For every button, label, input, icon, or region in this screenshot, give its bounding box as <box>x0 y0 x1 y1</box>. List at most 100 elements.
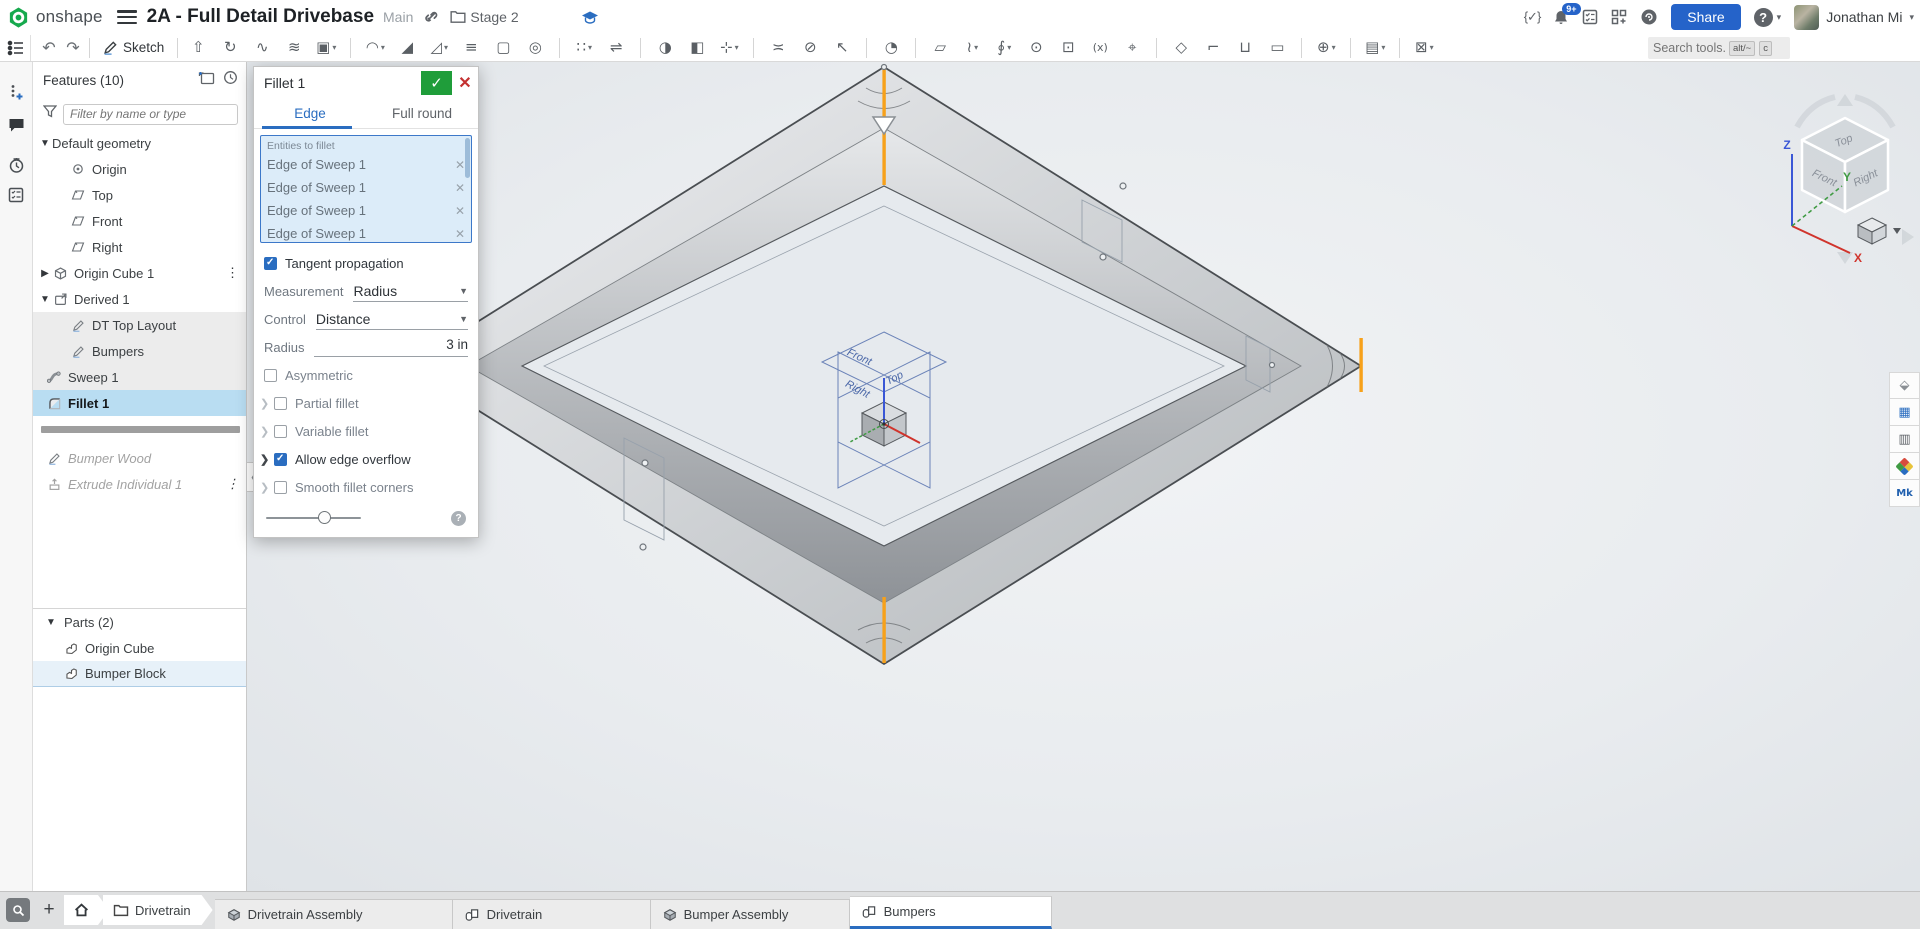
mirror-button[interactable]: ⇌ <box>604 36 628 60</box>
mate-connector-button[interactable]: ⌖ <box>1120 36 1144 60</box>
shell-button[interactable]: ▢ <box>491 36 515 60</box>
fillet-button[interactable]: ◠▾ <box>363 36 387 60</box>
fill-surface-button[interactable]: ◔ <box>879 36 903 60</box>
slider-handle[interactable] <box>318 511 331 524</box>
view-options-button[interactable] <box>1858 218 1901 244</box>
draft-button[interactable]: ◿▾ <box>427 36 451 60</box>
chevron-down-icon[interactable]: ▼ <box>44 617 58 628</box>
tangent-propagation-checkbox[interactable] <box>264 257 277 270</box>
reference-manager-button[interactable]: ▤▾ <box>1363 36 1387 60</box>
asymmetric-row[interactable]: Asymmetric <box>254 361 478 389</box>
add-tab-button[interactable]: + <box>38 899 60 921</box>
frame-button[interactable]: ▭ <box>1265 36 1289 60</box>
feature-row-right[interactable]: Right <box>33 234 246 260</box>
variable-button[interactable]: (x) <box>1088 36 1112 60</box>
folder-add-icon[interactable] <box>198 71 215 90</box>
chevron-down-icon[interactable]: ▾ <box>1007 43 1011 52</box>
sheet-metal-tab-button[interactable]: ⊔ <box>1233 36 1257 60</box>
part-row-bumper-block[interactable]: Bumper Block <box>33 661 246 687</box>
share-button[interactable]: Share <box>1671 4 1740 30</box>
feature-row-default-geometry[interactable]: ▼Default geometry <box>33 130 246 156</box>
tab-bumpers[interactable]: Bumpers <box>850 896 1052 929</box>
chevron-down-icon[interactable]: ▾ <box>588 43 592 52</box>
radius-row[interactable]: Radius3 in <box>254 333 478 361</box>
feature-menu-dots[interactable]: ⋮ <box>226 265 238 281</box>
curve-button[interactable]: ≀▾ <box>960 36 984 60</box>
allow-edge-overflow-checkbox[interactable] <box>274 453 287 466</box>
chevron-down-icon[interactable]: ▾ <box>444 43 448 52</box>
learning-cap-icon[interactable] <box>581 10 599 25</box>
thicken-button[interactable]: ▣▾ <box>314 36 338 60</box>
feature-row-bumper-wood[interactable]: Bumper Wood <box>33 445 246 471</box>
model-viewport[interactable]: Front Top Right <box>247 62 1920 891</box>
sweep-button[interactable]: ∿ <box>250 36 274 60</box>
variable-fillet-row[interactable]: ❯Variable fillet <box>254 417 478 445</box>
material-library-panel-icon[interactable]: Mk <box>1889 480 1920 507</box>
move-face-button[interactable]: ↖ <box>830 36 854 60</box>
chevron-down-icon[interactable]: ▾ <box>974 43 978 52</box>
entities-scrollbar[interactable] <box>465 138 470 178</box>
measurement-select[interactable]: Radius▼ <box>353 280 468 302</box>
asymmetric-checkbox[interactable] <box>264 369 277 382</box>
partial-fillet-checkbox[interactable] <box>274 397 287 410</box>
feature-history-clock-icon[interactable] <box>223 70 238 90</box>
chevron-down-icon[interactable]: ▾ <box>1430 43 1434 52</box>
derived-button[interactable]: ⊡ <box>1056 36 1080 60</box>
notifications-bell-icon[interactable]: 9+ <box>1553 9 1569 26</box>
transform-button[interactable]: ⊹▾ <box>717 36 741 60</box>
search-tools-input[interactable] <box>1653 41 1725 55</box>
main-menu-icon[interactable] <box>117 10 137 24</box>
smooth-fillet-corners-row[interactable]: ❯Smooth fillet corners <box>254 473 478 501</box>
chevron-down-icon[interactable]: ▾ <box>381 43 385 52</box>
onshape-logo-icon[interactable] <box>7 6 30 29</box>
tab-bumper-assembly[interactable]: Bumper Assembly <box>651 899 850 929</box>
workspace-label[interactable]: Stage 2 <box>470 9 518 25</box>
feature-row-sweep-1[interactable]: Sweep 1 <box>33 364 246 390</box>
helix-button[interactable]: ∮▾ <box>992 36 1016 60</box>
feature-row-top[interactable]: Top <box>33 182 246 208</box>
chevron-down-icon[interactable]: ▼ <box>38 294 52 305</box>
tangent-propagation-row[interactable]: Tangent propagation <box>254 249 478 277</box>
partial-fillet-row[interactable]: ❯Partial fillet <box>254 389 478 417</box>
expand-chevron-icon[interactable]: ❯ <box>260 481 274 494</box>
dialog-help-icon[interactable]: ? <box>451 511 466 526</box>
feature-row-dt-top-layout[interactable]: DT Top Layout <box>33 312 246 338</box>
chevron-down-icon[interactable]: ▾ <box>735 43 739 52</box>
chevron-right-icon[interactable]: ▶ <box>38 268 52 279</box>
versions-check-icon[interactable]: {✓} <box>1524 9 1541 25</box>
sketch-button[interactable]: Sketch <box>94 40 173 55</box>
remove-entity-icon[interactable]: ✕ <box>455 158 465 172</box>
loft-button[interactable]: ≋ <box>282 36 306 60</box>
revolve-button[interactable]: ↻ <box>218 36 242 60</box>
fillet-size-slider[interactable] <box>266 517 361 519</box>
entity-row[interactable]: Edge of Sweep 1✕ <box>261 199 471 222</box>
dialog-tab-edge[interactable]: Edge <box>254 99 366 128</box>
delete-face-button[interactable]: ⊘ <box>798 36 822 60</box>
allow-edge-overflow-row[interactable]: ❯Allow edge overflow <box>254 445 478 473</box>
feature-row-origin-cube-1[interactable]: ▶Origin Cube 1⋮ <box>33 260 246 286</box>
undo-button[interactable]: ↶ <box>37 36 61 60</box>
bom-table-panel-icon[interactable]: ▦ <box>1889 399 1920 426</box>
app-store-grid-icon[interactable] <box>1611 9 1627 25</box>
account-menu[interactable]: Jonathan Mi ▾ <box>1794 5 1914 30</box>
chevron-down-icon[interactable]: ▾ <box>1381 43 1385 52</box>
control-select[interactable]: Distance▼ <box>316 308 468 330</box>
expand-chevron-icon[interactable]: ❯ <box>260 397 274 410</box>
feature-menu-dots[interactable]: ⋮ <box>226 476 238 492</box>
chevron-down-icon[interactable]: ▾ <box>332 43 336 52</box>
sheet-metal-model-button[interactable]: ◇ <box>1169 36 1193 60</box>
tab-drivetrain-assembly[interactable]: Drivetrain Assembly <box>215 899 453 929</box>
feature-row-derived-1[interactable]: ▼Derived 1 <box>33 286 246 312</box>
parts-section-header[interactable]: ▼ Parts (2) <box>33 609 246 635</box>
custom-tables-panel-icon[interactable] <box>0 181 32 209</box>
display-states-panel-icon[interactable]: ▥ <box>1889 426 1920 453</box>
feature-row-extrude-individual-1[interactable]: Extrude Individual 1⋮ <box>33 471 246 497</box>
rewards-badge-icon[interactable] <box>1640 8 1658 26</box>
measurement-row[interactable]: MeasurementRadius▼ <box>254 277 478 305</box>
rollback-bar[interactable] <box>41 426 240 433</box>
entity-row[interactable]: Edge of Sweep 1✕ <box>261 222 471 243</box>
color-palette-panel-icon[interactable] <box>1889 453 1920 480</box>
part-row-origin-cube[interactable]: Origin Cube <box>33 635 246 661</box>
chamfer-button[interactable]: ◢ <box>395 36 419 60</box>
search-tools-box[interactable]: alt/~ c <box>1648 37 1790 59</box>
